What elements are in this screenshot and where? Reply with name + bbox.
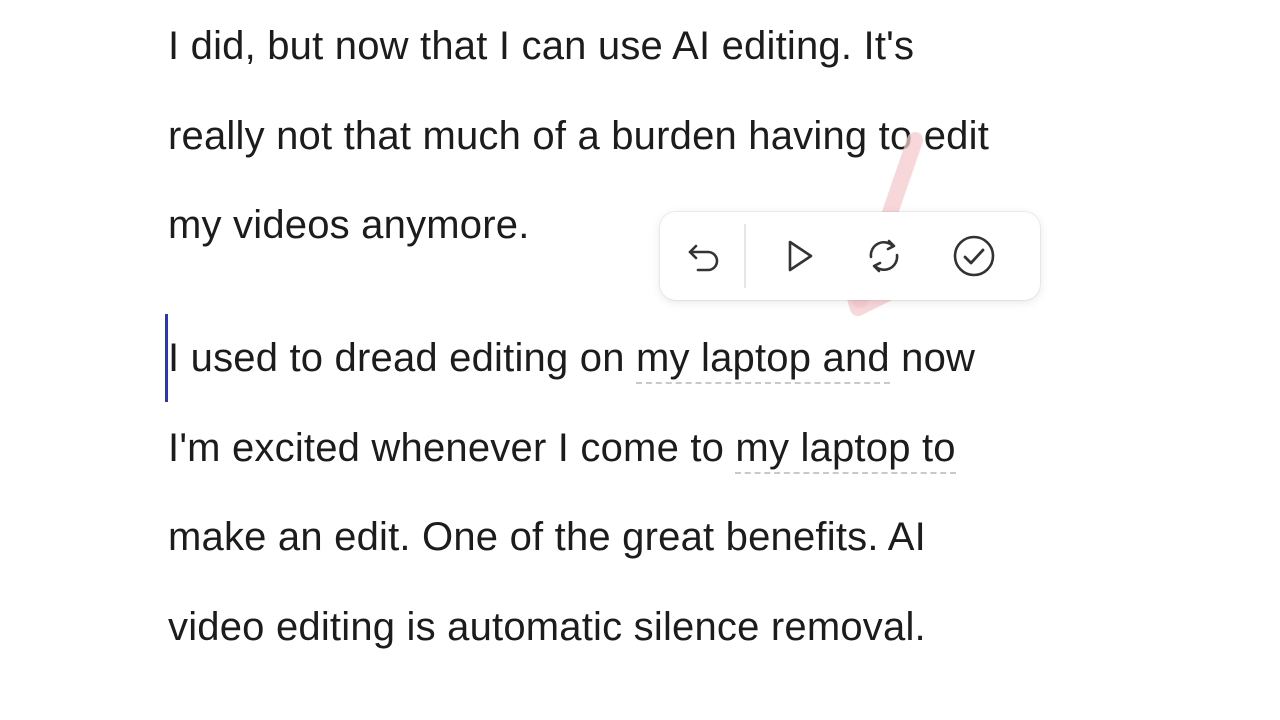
- play-icon: [788, 240, 813, 272]
- regenerate-icon: [869, 239, 899, 273]
- paragraph-2-line-2-start: I'm excited whenever I come to: [168, 425, 736, 470]
- editor-page: I did, but now that I can use AI editing…: [0, 0, 1280, 720]
- flagged-phrase-2[interactable]: my laptop to: [735, 425, 956, 474]
- undo-button[interactable]: [674, 226, 734, 286]
- paragraph-1-line-1: I did, but now that I can use AI editing…: [168, 24, 915, 68]
- play-button[interactable]: [768, 226, 828, 286]
- regenerate-button[interactable]: [854, 226, 914, 286]
- paragraph-2[interactable]: I used to dread editing on my laptop and…: [165, 314, 1128, 672]
- paragraph-2-line-1-start: I used to dread editing on: [168, 336, 636, 380]
- text-cursor: [165, 314, 168, 402]
- paragraph-2-line-2: I'm excited whenever I come to my laptop…: [168, 404, 1128, 494]
- paragraph-2-line-1-end: now: [889, 336, 976, 380]
- toolbar-divider: [744, 224, 746, 288]
- paragraph-2-line-3: make an edit. One of the great benefits.…: [168, 515, 926, 559]
- flagged-phrase-1[interactable]: my laptop and: [635, 336, 890, 384]
- paragraph-2-line-4: video editing is automatic silence remov…: [168, 604, 926, 649]
- suggestion-toolbar: [660, 212, 1040, 300]
- paragraph-1-line-2: really not that much of a burden having …: [168, 113, 990, 158]
- accept-button[interactable]: [944, 226, 1004, 286]
- paragraph-2-line-1: I used to dread editing on my laptop and…: [168, 314, 1128, 404]
- accept-check-icon: [953, 235, 995, 277]
- undo-icon: [688, 244, 719, 272]
